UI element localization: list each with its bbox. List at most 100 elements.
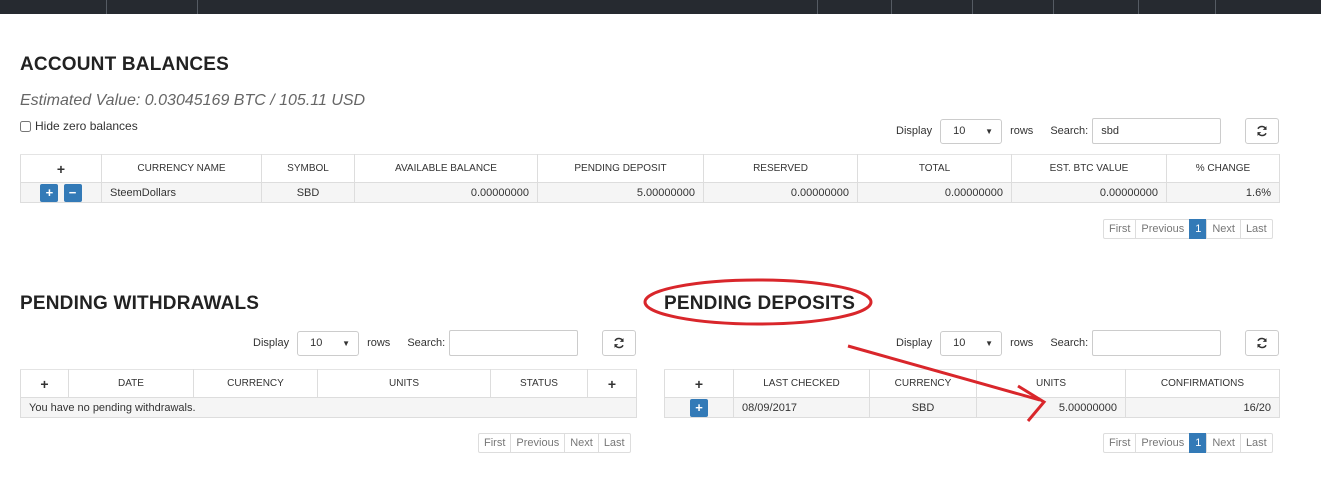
deposits-display-control: Display 10 ▼ rows Search: bbox=[896, 330, 1222, 356]
column-header-currency[interactable]: CURRENCY bbox=[869, 369, 977, 398]
column-header-last-checked[interactable]: LAST CHECKED bbox=[733, 369, 870, 398]
empty-withdrawals-message: You have no pending withdrawals. bbox=[20, 397, 637, 418]
pager-page-1[interactable]: 1 bbox=[1189, 433, 1208, 453]
refresh-icon bbox=[1257, 337, 1267, 349]
rows-per-page-select[interactable]: 10 ▼ bbox=[297, 330, 360, 356]
rows-per-page-value: 10 bbox=[953, 125, 966, 137]
column-header-symbol[interactable]: SYMBOL bbox=[261, 154, 355, 183]
column-header-change[interactable]: % CHANGE bbox=[1166, 154, 1280, 183]
pending-deposits-title: PENDING DEPOSITS bbox=[664, 293, 856, 314]
hide-zero-checkbox[interactable] bbox=[20, 120, 31, 132]
confirmations-cell: 16/20 bbox=[1125, 397, 1280, 418]
pager-next[interactable]: Next bbox=[1206, 219, 1241, 239]
navbar-divider bbox=[197, 0, 198, 14]
deposits-refresh-button[interactable] bbox=[1245, 330, 1279, 356]
account-balances-title: ACCOUNT BALANCES bbox=[20, 54, 230, 75]
rows-label: rows bbox=[1010, 125, 1034, 137]
chevron-down-icon: ▼ bbox=[985, 338, 994, 348]
rows-per-page-select[interactable]: 10 ▼ bbox=[940, 330, 1003, 356]
display-label: Display bbox=[896, 337, 933, 349]
percent-change-cell: 1.6% bbox=[1166, 182, 1280, 203]
column-header-total[interactable]: TOTAL bbox=[857, 154, 1012, 183]
column-header-units[interactable]: UNITS bbox=[317, 369, 491, 398]
table-header-row: + LAST CHECKED CURRENCY UNITS CONFIRMATI… bbox=[664, 369, 1280, 398]
pager-last[interactable]: Last bbox=[597, 433, 631, 453]
last-checked-cell: 08/09/2017 bbox=[733, 397, 870, 418]
rows-label: rows bbox=[367, 337, 391, 349]
column-header-status[interactable]: STATUS bbox=[490, 369, 588, 398]
add-withdrawal-header[interactable]: + bbox=[587, 369, 637, 398]
search-label: Search: bbox=[407, 337, 446, 349]
expand-all-header[interactable]: + bbox=[664, 369, 734, 398]
navbar-divider bbox=[1053, 0, 1054, 14]
deposit-plus-button[interactable]: + bbox=[40, 183, 59, 202]
navbar-divider bbox=[106, 0, 107, 14]
pager-next[interactable]: Next bbox=[564, 433, 599, 453]
balances-refresh-button[interactable] bbox=[1245, 118, 1279, 144]
expand-all-header[interactable]: + bbox=[20, 154, 102, 183]
withdrawals-table: + DATE CURRENCY UNITS STATUS + You have … bbox=[20, 369, 637, 418]
table-header-row: + DATE CURRENCY UNITS STATUS + bbox=[20, 369, 637, 398]
row-actions: + − bbox=[20, 182, 102, 203]
table-header-row: + CURRENCY NAME SYMBOL AVAILABLE BALANCE… bbox=[20, 154, 1280, 183]
deposits-table: + LAST CHECKED CURRENCY UNITS CONFIRMATI… bbox=[664, 369, 1280, 418]
pager-first[interactable]: First bbox=[1103, 433, 1137, 453]
search-input-value: sbd bbox=[1101, 125, 1119, 137]
column-header-units[interactable]: UNITS bbox=[976, 369, 1126, 398]
pager-last[interactable]: Last bbox=[1239, 219, 1273, 239]
expand-all-header[interactable]: + bbox=[20, 369, 69, 398]
balances-table: + CURRENCY NAME SYMBOL AVAILABLE BALANCE… bbox=[20, 154, 1280, 203]
table-row: + 08/09/2017 SBD 5.00000000 16/20 bbox=[664, 397, 1280, 418]
table-row: You have no pending withdrawals. bbox=[20, 397, 637, 418]
rows-per-page-select[interactable]: 10 ▼ bbox=[940, 118, 1003, 144]
search-label: Search: bbox=[1050, 337, 1089, 349]
column-header-currency-name[interactable]: CURRENCY NAME bbox=[101, 154, 262, 183]
symbol-link[interactable]: SBD bbox=[261, 182, 355, 203]
column-header-available-balance[interactable]: AVAILABLE BALANCE bbox=[354, 154, 538, 183]
hide-zero-balances[interactable]: Hide zero balances bbox=[20, 119, 138, 133]
balances-pagination: First Previous 1 Next Last bbox=[1103, 219, 1273, 239]
refresh-icon bbox=[614, 337, 624, 349]
pager-page-1[interactable]: 1 bbox=[1189, 219, 1208, 239]
navbar-divider bbox=[1138, 0, 1139, 14]
navbar-divider bbox=[817, 0, 818, 14]
currency-cell: SBD bbox=[869, 397, 977, 418]
pager-first[interactable]: First bbox=[1103, 219, 1137, 239]
table-row: + − SteemDollars SBD 0.00000000 5.000000… bbox=[20, 182, 1280, 203]
pager-previous[interactable]: Previous bbox=[510, 433, 566, 453]
available-balance-cell: 0.00000000 bbox=[354, 182, 538, 203]
hide-zero-label: Hide zero balances bbox=[35, 119, 138, 133]
deposits-pagination: First Previous 1 Next Last bbox=[1103, 433, 1273, 453]
units-cell: 5.00000000 bbox=[976, 397, 1126, 418]
navbar-divider bbox=[891, 0, 892, 14]
pager-first[interactable]: First bbox=[478, 433, 512, 453]
estimated-value: Estimated Value: 0.03045169 BTC / 105.11… bbox=[20, 92, 366, 109]
withdraw-minus-button[interactable]: − bbox=[63, 183, 82, 202]
column-header-confirmations[interactable]: CONFIRMATIONS bbox=[1125, 369, 1280, 398]
deposits-search-input[interactable] bbox=[1092, 330, 1222, 356]
pending-withdrawals-title: PENDING WITHDRAWALS bbox=[20, 293, 260, 314]
rows-per-page-value: 10 bbox=[953, 337, 966, 349]
top-navbar bbox=[0, 0, 1321, 14]
refresh-icon bbox=[1257, 125, 1267, 137]
column-header-est-btc-value[interactable]: EST. BTC VALUE bbox=[1011, 154, 1167, 183]
pager-last[interactable]: Last bbox=[1239, 433, 1273, 453]
currency-name-cell: SteemDollars bbox=[101, 182, 262, 203]
column-header-reserved[interactable]: RESERVED bbox=[703, 154, 858, 183]
balances-display-control: Display 10 ▼ rows Search: sbd bbox=[896, 118, 1222, 144]
display-label: Display bbox=[896, 125, 933, 137]
column-header-currency[interactable]: CURRENCY bbox=[193, 369, 318, 398]
column-header-date[interactable]: DATE bbox=[68, 369, 194, 398]
column-header-pending-deposit[interactable]: PENDING DEPOSIT bbox=[537, 154, 704, 183]
rows-per-page-value: 10 bbox=[310, 337, 323, 349]
withdrawals-refresh-button[interactable] bbox=[602, 330, 636, 356]
pager-previous[interactable]: Previous bbox=[1135, 219, 1191, 239]
pager-previous[interactable]: Previous bbox=[1135, 433, 1191, 453]
balances-search-input[interactable]: sbd bbox=[1092, 118, 1222, 144]
expand-row-plus-button[interactable]: + bbox=[690, 398, 708, 417]
row-actions: + bbox=[664, 397, 734, 418]
withdrawals-search-input[interactable] bbox=[449, 330, 579, 356]
navbar-divider bbox=[972, 0, 973, 14]
pager-next[interactable]: Next bbox=[1206, 433, 1241, 453]
display-label: Display bbox=[253, 337, 290, 349]
